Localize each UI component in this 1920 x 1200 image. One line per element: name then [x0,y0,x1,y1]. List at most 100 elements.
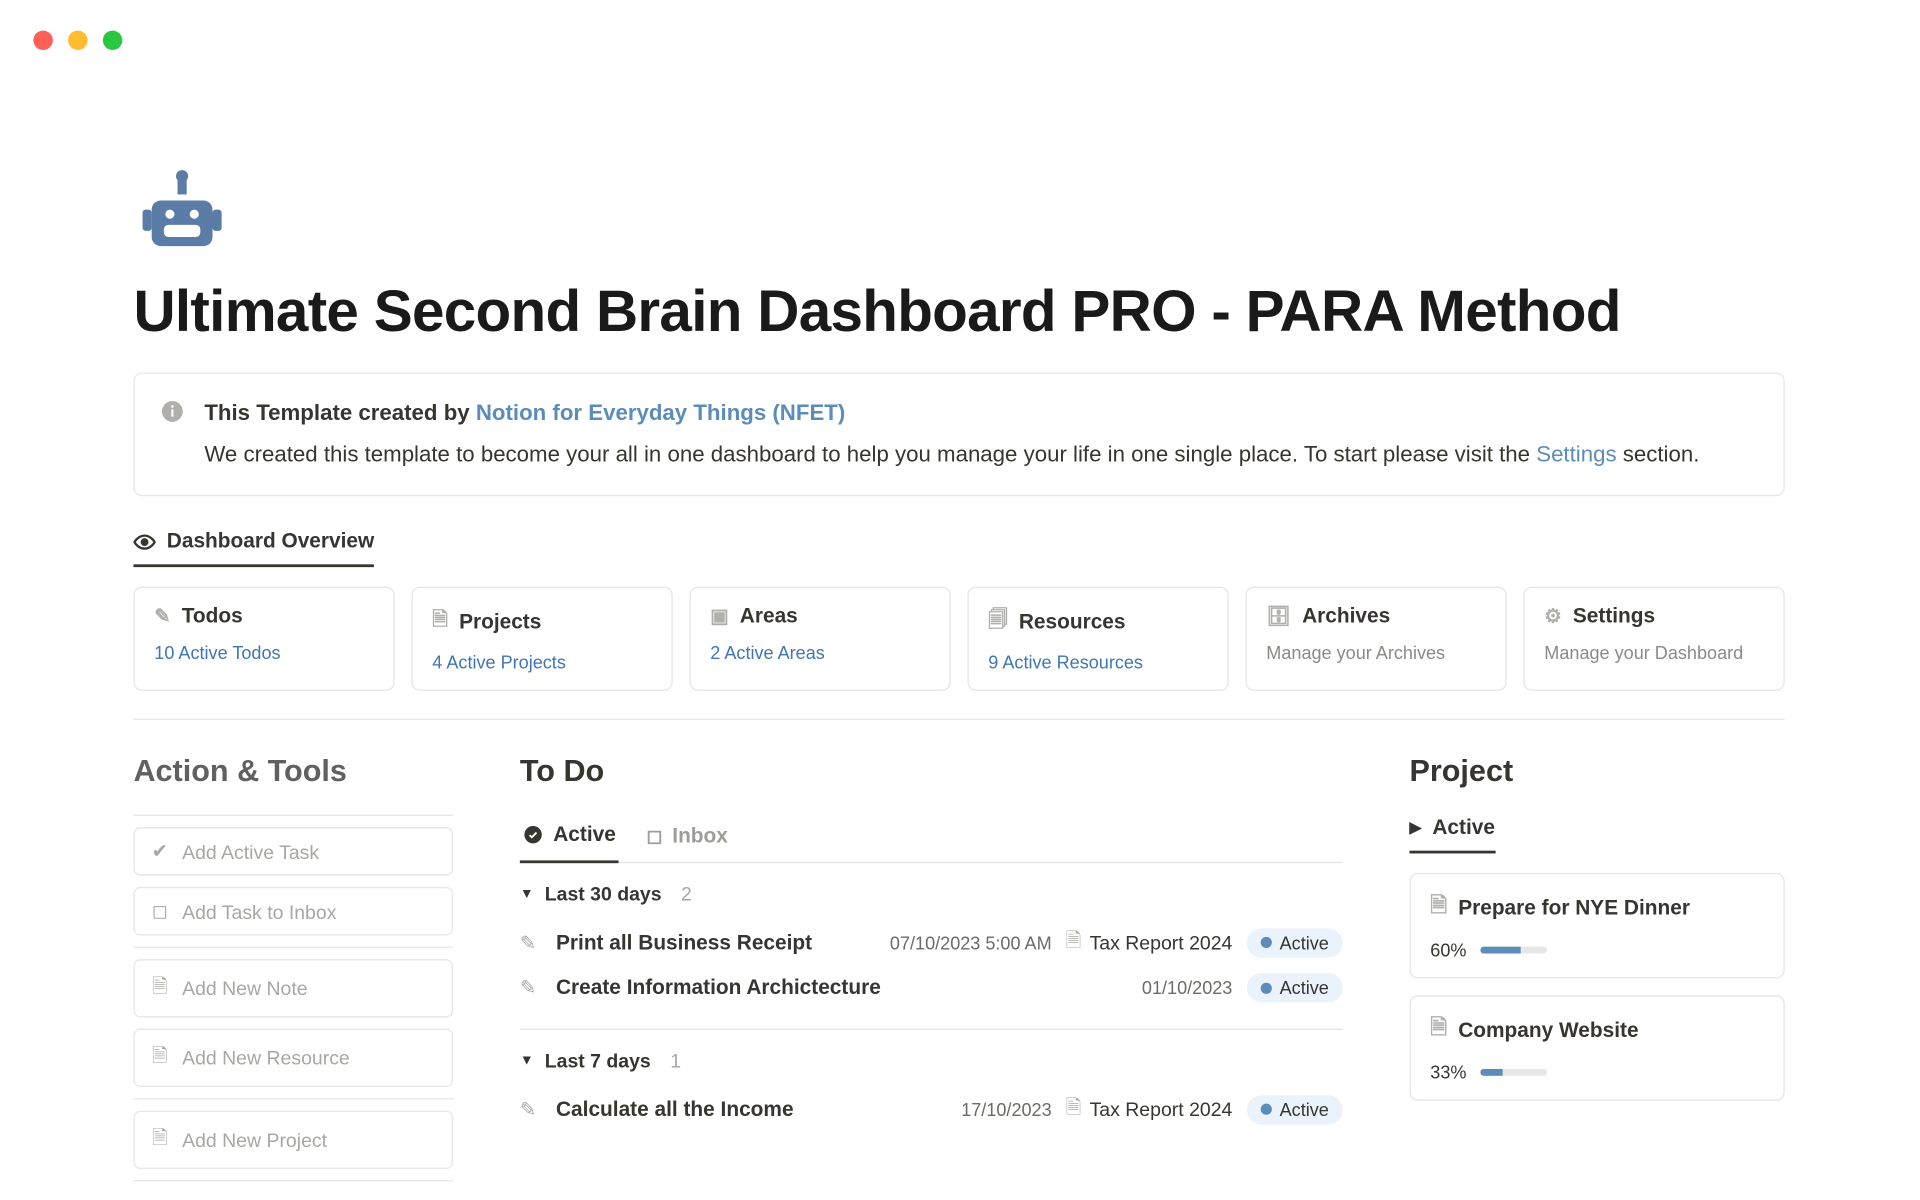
group-count: 2 [681,883,692,905]
card-subtitle: 10 Active Todos [154,642,374,663]
todo-date: 07/10/2023 5:00 AM [890,932,1052,953]
archive-icon: 🗄 [1266,605,1291,629]
divider [133,815,453,816]
pencil-icon: ✎ [520,976,542,1000]
divider [133,1180,453,1181]
callout-desc-before: We created this template to become your … [204,443,1536,467]
add-new-note-button[interactable]: 🗎Add New Note [133,959,453,1017]
inbox-icon: ◻ [646,824,662,848]
todo-project: 🗎Tax Report 2024 [1066,1093,1233,1126]
tab-dashboard-overview[interactable]: Dashboard Overview [133,530,374,568]
area-icon: ▣ [710,605,728,629]
author-link[interactable]: Notion for Everyday Things (NFET) [476,402,845,426]
status-badge: Active [1246,973,1342,1002]
add-new-project-button[interactable]: 🗎Add New Project [133,1111,453,1169]
callout-body: This Template created by Notion for Ever… [204,396,1699,473]
todo-date: 01/10/2023 [1142,977,1232,998]
tab-active[interactable]: Active [520,815,619,864]
group-last-7-days[interactable]: ▼ Last 7 days 1 [520,1050,1343,1072]
card-subtitle: Manage your Archives [1266,642,1486,663]
tab-label: Inbox [672,824,728,848]
pencil-icon: ✎ [154,605,170,629]
divider [133,1098,453,1099]
group-count: 1 [670,1050,681,1072]
card-archives[interactable]: 🗄 Archives Manage your Archives [1245,587,1506,691]
project-percent: 33% [1430,1062,1466,1083]
card-subtitle: 2 Active Areas [710,642,930,663]
page-icon: 🗎 [149,972,171,1005]
add-active-task-button[interactable]: ✔ Add Active Task [133,827,453,876]
status-badge: Active [1246,1095,1342,1124]
action-tools-heading: Action & Tools [133,754,453,790]
tab-label: Active [553,823,616,847]
button-label: Add New Resource [182,1047,350,1069]
callout-desc-after: section. [1617,443,1700,467]
callout: This Template created by Notion for Ever… [133,373,1784,497]
todo-title: Create Information Archictecture [556,976,881,1000]
card-subtitle: Manage your Dashboard [1544,642,1764,663]
page-icon: 🗎 [1066,926,1082,959]
card-title: Projects [459,610,541,634]
card-title: Todos [182,605,243,629]
todo-title: Print all Business Receipt [556,931,812,955]
page-icon: 🗎 [1066,1093,1082,1126]
project-title: Prepare for NYE Dinner [1458,897,1690,921]
button-label: Add Task to Inbox [182,900,336,922]
todo-date: 17/10/2023 [961,1099,1051,1120]
resource-icon: 🗐 [988,605,1007,638]
page-icon-robot[interactable] [133,164,1784,261]
card-resources[interactable]: 🗐Resources 9 Active Resources [967,587,1228,691]
callout-prefix: This Template created by [204,402,476,426]
project-heading: Project [1409,754,1784,790]
minimize-window-button[interactable] [68,31,87,50]
page-title[interactable]: Ultimate Second Brain Dashboard PRO - PA… [133,278,1784,345]
project-card[interactable]: 🗎Company Website 33% [1409,996,1784,1102]
settings-link[interactable]: Settings [1536,443,1616,467]
progress-fill [1480,947,1520,954]
add-new-resource-button[interactable]: 🗎 Add New Resource [133,1029,453,1087]
card-todos[interactable]: ✎ Todos 10 Active Todos [133,587,394,691]
card-title: Resources [1019,610,1126,634]
card-projects[interactable]: 🗎 Projects 4 Active Projects [411,587,672,691]
card-title: Archives [1302,605,1390,629]
page-icon: 🗎 [1430,1014,1447,1049]
page-icon: 🗎 [149,1041,171,1074]
todo-heading: To Do [520,754,1343,790]
card-title: Settings [1573,605,1655,629]
todo-title: Calculate all the Income [556,1098,794,1122]
group-last-30-days[interactable]: ▼ Last 30 days 2 [520,883,1343,905]
progress-bar [1480,947,1547,954]
button-label: Add Active Task [182,841,319,863]
overview-cards: ✎ Todos 10 Active Todos 🗎 Projects 4 Activ… [133,587,1784,691]
page-icon: 🗎 [1430,891,1447,926]
group-label: Last 7 days [545,1050,651,1072]
button-label: Add New Project [182,1129,327,1151]
maximize-window-button[interactable] [103,31,122,50]
chevron-down-icon: ▼ [520,1053,534,1068]
pencil-icon: ✎ [520,931,542,955]
status-dot-icon [1260,982,1271,993]
card-subtitle: 4 Active Projects [432,652,652,673]
close-window-button[interactable] [33,31,52,50]
divider [520,1029,1343,1030]
todo-row[interactable]: ✎ Create Information Archictecture 01/10… [520,966,1343,1009]
chevron-down-icon: ▼ [520,886,534,901]
todo-row[interactable]: ✎ Calculate all the Income 17/10/2023 🗎T… [520,1086,1343,1133]
check-circle-icon [523,825,544,846]
card-areas[interactable]: ▣Areas 2 Active Areas [689,587,950,691]
page-icon: 🗎 [432,605,448,638]
robot-icon [133,164,230,261]
check-icon: ✔ [149,840,171,864]
project-card[interactable]: 🗎Prepare for NYE Dinner 60% [1409,873,1784,979]
eye-icon [133,531,155,553]
tab-project-active[interactable]: ▶ Active [1409,816,1494,854]
inbox-icon: ◻ [149,900,171,924]
card-settings[interactable]: ⚙Settings Manage your Dashboard [1523,587,1784,691]
tab-inbox[interactable]: ◻ Inbox [644,815,731,862]
todo-project: 🗎Tax Report 2024 [1066,926,1233,959]
status-badge: Active [1246,928,1342,957]
todo-row[interactable]: ✎ Print all Business Receipt 07/10/2023 … [520,919,1343,966]
progress-bar [1480,1069,1547,1076]
todo-tabs: Active ◻ Inbox [520,815,1343,864]
add-task-inbox-button[interactable]: ◻ Add Task to Inbox [133,887,453,936]
